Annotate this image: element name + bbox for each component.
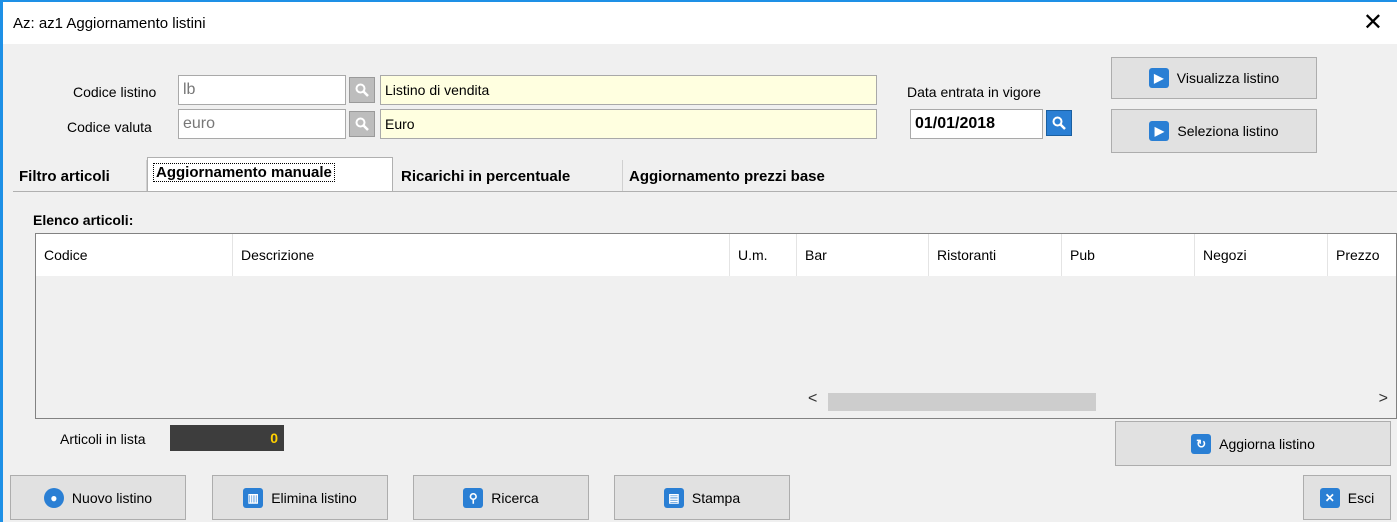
- search-icon: ⚲: [463, 487, 484, 508]
- aggiorna-label: Aggiorna listino: [1219, 435, 1315, 452]
- articoli-count-value: 0: [170, 425, 284, 451]
- aggiorna-listino-button[interactable]: ↻ Aggiorna listino: [1115, 421, 1391, 466]
- elimina-label: Elimina listino: [271, 489, 357, 506]
- chevron-left-icon[interactable]: <: [808, 390, 817, 408]
- search-icon: [355, 83, 369, 97]
- listino-description: Listino di vendita: [380, 75, 877, 105]
- seleziona-label: Seleziona listino: [1177, 123, 1279, 139]
- data-vigore-input[interactable]: 01/01/2018: [910, 109, 1043, 139]
- column-header[interactable]: Prezzo: [1328, 234, 1397, 276]
- trash-icon: ▥: [243, 487, 264, 508]
- tab-aggiornamento-manuale[interactable]: Aggiornamento manuale: [147, 157, 393, 193]
- grid-header: Codice Descrizione U.m. Bar Ristoranti P…: [36, 234, 1396, 276]
- scrollbar-thumb[interactable]: [828, 393, 1096, 411]
- column-header[interactable]: Descrizione: [233, 234, 730, 276]
- visualizza-listino-button[interactable]: ▶ Visualizza listino: [1111, 57, 1317, 99]
- data-vigore-label: Data entrata in vigore: [907, 84, 1041, 100]
- tab-label: Aggiornamento prezzi base: [629, 168, 825, 185]
- column-header[interactable]: U.m.: [730, 234, 797, 276]
- close-icon: ✕: [1319, 487, 1340, 508]
- visualizza-label: Visualizza listino: [1176, 70, 1280, 86]
- tab-filtro-articoli[interactable]: Filtro articoli: [13, 160, 147, 193]
- play-icon: ▶: [1149, 121, 1170, 141]
- chevron-right-icon[interactable]: >: [1379, 390, 1388, 408]
- esci-label: Esci: [1347, 489, 1375, 506]
- esci-button[interactable]: ✕ Esci: [1303, 475, 1391, 520]
- window-title: Az: az1 Aggiornamento listini: [13, 15, 206, 32]
- search-icon: [1052, 116, 1066, 130]
- column-header[interactable]: Negozi: [1195, 234, 1328, 276]
- articoli-grid[interactable]: Codice Descrizione U.m. Bar Ristoranti P…: [35, 233, 1397, 419]
- play-icon: ▶: [1148, 68, 1169, 88]
- codice-listino-label: Codice listino: [73, 84, 157, 100]
- elimina-listino-button[interactable]: ▥ Elimina listino: [212, 475, 388, 520]
- search-icon: [355, 117, 369, 131]
- tab-label: Aggiornamento manuale: [153, 163, 335, 182]
- horizontal-scrollbar[interactable]: < >: [798, 386, 1396, 418]
- nuovo-label: Nuovo listino: [71, 489, 153, 506]
- refresh-icon: ↻: [1191, 433, 1212, 454]
- close-icon[interactable]: ✕: [1363, 8, 1383, 36]
- title-bar: Az: az1 Aggiornamento listini ✕: [3, 2, 1397, 44]
- tab-label: Filtro articoli: [19, 168, 110, 185]
- codice-listino-input[interactable]: lb: [178, 75, 346, 105]
- stampa-button[interactable]: ▤ Stampa: [614, 475, 790, 520]
- search-valuta-button[interactable]: [349, 111, 375, 137]
- column-header[interactable]: Bar: [797, 234, 929, 276]
- tab-aggiornamento-prezzi-base[interactable]: Aggiornamento prezzi base: [623, 160, 895, 193]
- valuta-description: Euro: [380, 109, 877, 139]
- date-picker-button[interactable]: [1046, 110, 1072, 136]
- search-listino-button[interactable]: [349, 77, 375, 103]
- elenco-articoli-title: Elenco articoli:: [33, 212, 134, 228]
- ricerca-button[interactable]: ⚲ Ricerca: [413, 475, 589, 520]
- ricerca-label: Ricerca: [491, 489, 539, 506]
- nuovo-listino-button[interactable]: ● Nuovo listino: [10, 475, 186, 520]
- new-icon: ●: [43, 487, 64, 508]
- stampa-label: Stampa: [691, 489, 741, 506]
- codice-valuta-label: Codice valuta: [67, 119, 152, 135]
- tab-ricarichi-percentuale[interactable]: Ricarichi in percentuale: [395, 160, 623, 193]
- seleziona-listino-button[interactable]: ▶ Seleziona listino: [1111, 109, 1317, 153]
- column-header[interactable]: Codice: [36, 234, 233, 276]
- printer-icon: ▤: [663, 487, 684, 508]
- app-window: Az: az1 Aggiornamento listini ✕ Codice l…: [0, 0, 1397, 522]
- articoli-count-label: Articoli in lista: [60, 431, 146, 447]
- tab-label: Ricarichi in percentuale: [401, 168, 571, 185]
- codice-valuta-input[interactable]: euro: [178, 109, 346, 139]
- column-header[interactable]: Pub: [1062, 234, 1195, 276]
- column-header[interactable]: Ristoranti: [929, 234, 1062, 276]
